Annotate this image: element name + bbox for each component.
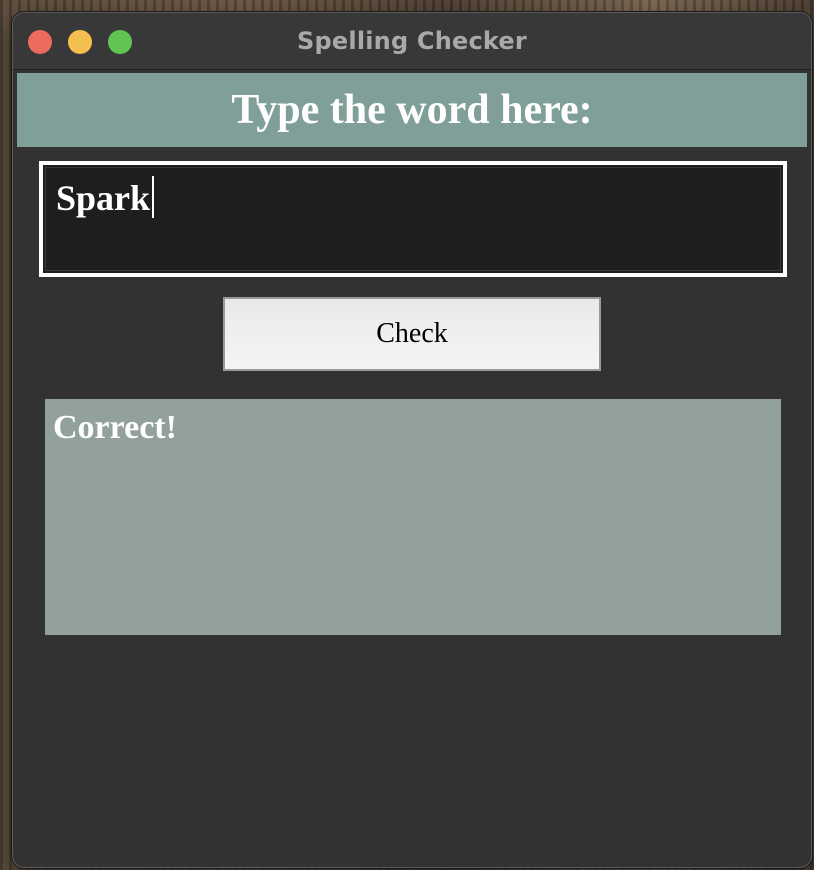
- word-input-field[interactable]: Spark: [39, 161, 787, 277]
- window-title: Spelling Checker: [297, 27, 527, 55]
- title-bar[interactable]: Spelling Checker: [13, 13, 811, 70]
- result-message: Correct!: [53, 409, 177, 446]
- word-input-area[interactable]: Spark: [45, 167, 781, 271]
- app-window: Spelling Checker Type the word here: Spa…: [12, 12, 812, 868]
- word-input-value: Spark: [56, 178, 151, 218]
- result-panel: Correct!: [45, 399, 781, 635]
- prompt-label: Type the word here:: [17, 73, 807, 147]
- text-caret: [152, 176, 155, 218]
- check-button[interactable]: Check: [223, 297, 601, 371]
- word-input-text-line[interactable]: Spark: [56, 176, 155, 219]
